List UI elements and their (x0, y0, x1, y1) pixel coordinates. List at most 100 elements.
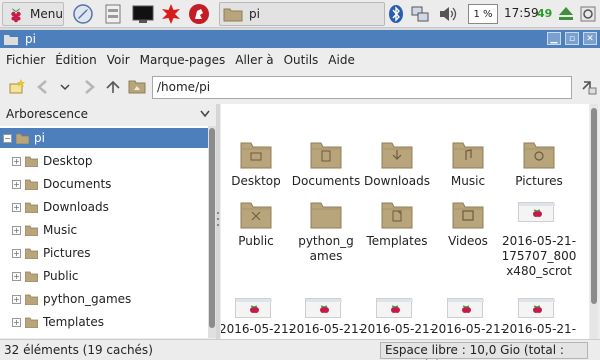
file-item[interactable]: Downloads (362, 136, 432, 196)
file-item[interactable]: Pictures (504, 136, 574, 196)
file-item[interactable]: python_g ames (291, 196, 361, 263)
volume-icon[interactable] (438, 4, 458, 24)
up-arrow-icon[interactable] (104, 78, 122, 96)
web-browser-icon[interactable] (72, 3, 94, 25)
file-item[interactable]: 2016-05-21-175744_800x480_scrot (360, 292, 434, 340)
menu-voir[interactable]: Voir (107, 53, 130, 67)
screenshot-thumbnail-icon (518, 298, 555, 318)
folder-icon (4, 34, 18, 45)
file-item-label: python_g ames (285, 234, 367, 264)
file-item[interactable]: Videos (433, 196, 503, 256)
network-icon[interactable] (410, 4, 430, 24)
item-count: 32 éléments (19 cachés) (4, 343, 153, 357)
file-item[interactable]: Music (433, 136, 503, 196)
documents-folder-icon (310, 142, 342, 169)
clock[interactable]: 17:59 (504, 6, 539, 20)
file-view-scrollbar[interactable] (590, 104, 598, 340)
desktop-folder-icon (240, 142, 272, 169)
file-item[interactable]: Documents (291, 136, 361, 196)
mathematica-icon[interactable] (160, 3, 182, 25)
public-folder-icon (240, 202, 272, 229)
file-item-label-line: 2016-05-21- (501, 234, 577, 248)
tree-item-desktop[interactable]: + Desktop (0, 151, 208, 171)
tree-item-pictures[interactable]: + Pictures (0, 243, 208, 263)
forward-arrow-icon[interactable] (80, 78, 98, 96)
file-item-label: Videos (427, 234, 509, 249)
tree-item-pi[interactable]: − pi (0, 128, 208, 148)
file-item[interactable]: Templates (362, 196, 432, 256)
expand-icon[interactable]: + (12, 156, 21, 166)
menu-fichier[interactable]: Fichier (6, 53, 45, 67)
file-manager-window: pi ▁ ▫ ✕ Fichier Édition Voir Marque-pag… (0, 30, 600, 360)
folder-icon (25, 225, 38, 236)
menu-aller-a[interactable]: Aller à (235, 53, 273, 67)
cpu-value: 1 % (473, 8, 493, 20)
pane-splitter[interactable] (216, 104, 220, 340)
file-item-label-line: Pictures (515, 174, 563, 188)
bluetooth-icon[interactable] (386, 4, 406, 24)
file-item[interactable]: 2016-05-21-175743_800x480_scrot (289, 292, 363, 340)
free-space-indicator: Espace libre : 10,0 Gio (total : 14,5 Gi… (380, 342, 588, 360)
tree-item-templates[interactable]: + Templates (0, 312, 208, 332)
sidebar-title: Arborescence (6, 107, 88, 121)
temperature-value: 49 (537, 7, 553, 20)
file-item-label-line: Music (450, 174, 486, 188)
tree-item-label: pi (34, 131, 45, 145)
expand-icon[interactable]: + (12, 179, 21, 189)
sidebar-scrollbar[interactable] (208, 126, 216, 338)
menu-aide[interactable]: Aide (328, 53, 355, 67)
taskbar-window-pi[interactable]: pi (219, 2, 385, 26)
music-folder-icon (452, 142, 484, 169)
menu-outils[interactable]: Outils (284, 53, 319, 67)
tree-item-downloads[interactable]: + Downloads (0, 197, 208, 217)
file-item-label: 2016-05-21-175751_800x480_scrot (498, 322, 580, 340)
file-item[interactable]: Public (221, 196, 291, 256)
file-item-label-line: Videos (448, 234, 488, 248)
window-titlebar[interactable]: pi ▁ ▫ ✕ (0, 30, 600, 48)
sidebar-header[interactable]: Arborescence (0, 104, 216, 124)
tree-item-label: Music (43, 223, 78, 237)
expand-icon[interactable]: + (12, 271, 21, 281)
tree-item-python-games[interactable]: + python_games (0, 289, 208, 309)
file-item-label: Downloads (356, 174, 438, 189)
menu-marque-pages[interactable]: Marque-pages (140, 53, 226, 67)
expand-icon[interactable]: + (12, 225, 21, 235)
file-item[interactable]: 2016-05-21-175751_800x480_scrot (502, 292, 576, 340)
history-dropdown-icon[interactable] (56, 78, 74, 96)
file-item[interactable]: 2016-05-21-175708_800x480_scrot (221, 292, 293, 340)
home-folder-icon[interactable] (128, 78, 146, 96)
expand-icon[interactable]: + (12, 202, 21, 212)
expand-icon[interactable]: + (12, 317, 21, 327)
file-item[interactable]: 2016-05-21-175745_800x480_scrot (431, 292, 505, 340)
tree-item-music[interactable]: + Music (0, 220, 208, 240)
close-button[interactable]: ✕ (583, 32, 597, 45)
file-item-label-line: ames (309, 249, 343, 263)
new-tab-icon[interactable] (8, 78, 26, 96)
scrollbar-thumb[interactable] (591, 108, 597, 304)
file-manager-icon[interactable] (102, 3, 124, 25)
collapse-icon[interactable]: − (3, 133, 12, 143)
menu-button[interactable]: Menu (2, 2, 64, 26)
scrollbar-thumb[interactable] (209, 128, 215, 328)
shutdown-icon[interactable] (578, 4, 598, 24)
taskbar-window-label: pi (249, 7, 260, 21)
jump-icon[interactable] (580, 78, 598, 96)
expand-icon[interactable]: + (12, 294, 21, 304)
tree-item-public[interactable]: + Public (0, 266, 208, 286)
file-item-label-line: python_g (298, 234, 354, 248)
back-arrow-icon[interactable] (34, 78, 52, 96)
tree-item-documents[interactable]: + Documents (0, 174, 208, 194)
file-item[interactable]: 2016-05-21- 175707_800 x480_scrot (502, 196, 576, 278)
menu-edition[interactable]: Édition (55, 53, 97, 67)
wolfram-icon[interactable] (188, 3, 210, 25)
file-item[interactable]: Desktop (221, 136, 291, 196)
file-item-label-line: Templates (366, 234, 428, 248)
expand-icon[interactable]: + (12, 248, 21, 258)
terminal-icon[interactable] (132, 3, 154, 25)
minimize-button[interactable]: ▁ (547, 32, 561, 45)
path-bar[interactable]: /home/pi (152, 76, 572, 99)
window-title: pi (25, 32, 36, 46)
file-item-label: 2016-05-21- 175707_800 x480_scrot (498, 234, 580, 279)
eject-icon[interactable] (556, 4, 576, 24)
maximize-button[interactable]: ▫ (565, 32, 579, 45)
